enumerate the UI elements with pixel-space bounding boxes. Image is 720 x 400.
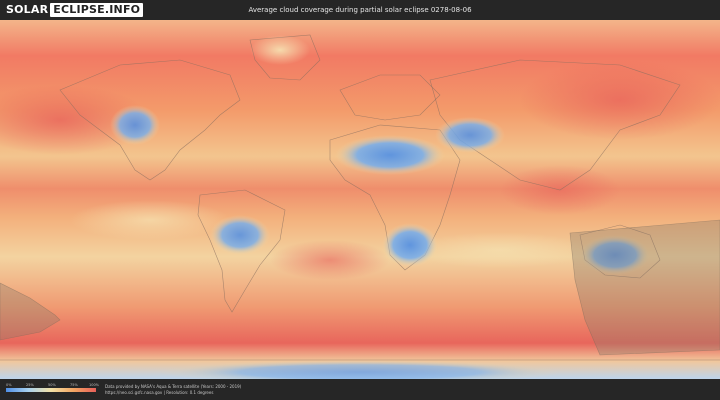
- footer-bar: 0% 25% 50% 75% 100% Data provided by NAS…: [0, 379, 720, 400]
- greenland-clear: [250, 35, 310, 65]
- legend-color-bar: [6, 388, 96, 392]
- data-credit: Data provided by NASA's Aqua & Terra sat…: [105, 384, 241, 396]
- legend-tick-100: 100%: [89, 383, 100, 387]
- southern-africa-clear: [382, 223, 438, 267]
- south-atlantic-cloud: [270, 240, 390, 280]
- page: SOLAR ECLIPSE.INFO Average cloud coverag…: [0, 0, 720, 400]
- legend-tick-25: 25%: [26, 383, 34, 387]
- eclipse-shadow-east: [569, 219, 720, 356]
- brazil-clear: [210, 215, 270, 255]
- western-us-clear: [110, 105, 160, 145]
- credit-line-2: https://neo.sci.gsfc.nasa.gov | Resoluti…: [105, 390, 214, 395]
- logo-text-eclipse-info: ECLIPSE.INFO: [50, 3, 144, 17]
- legend-tick-75: 75%: [70, 383, 78, 387]
- legend-tick-50: 50%: [48, 383, 56, 387]
- pacific-clear-band: [70, 200, 230, 240]
- logo-text-solar: SOLAR: [6, 3, 49, 16]
- middle-east-clear: [435, 117, 505, 153]
- sahara-clear: [335, 135, 445, 175]
- header-bar: SOLAR ECLIPSE.INFO Average cloud coverag…: [0, 0, 720, 20]
- legend-tick-0: 0%: [6, 383, 12, 387]
- cloud-coverage-map: [0, 20, 720, 379]
- world-map-svg: [0, 20, 720, 379]
- north-pacific-east-cloud: [520, 60, 720, 140]
- site-logo[interactable]: SOLAR ECLIPSE.INFO: [6, 3, 144, 17]
